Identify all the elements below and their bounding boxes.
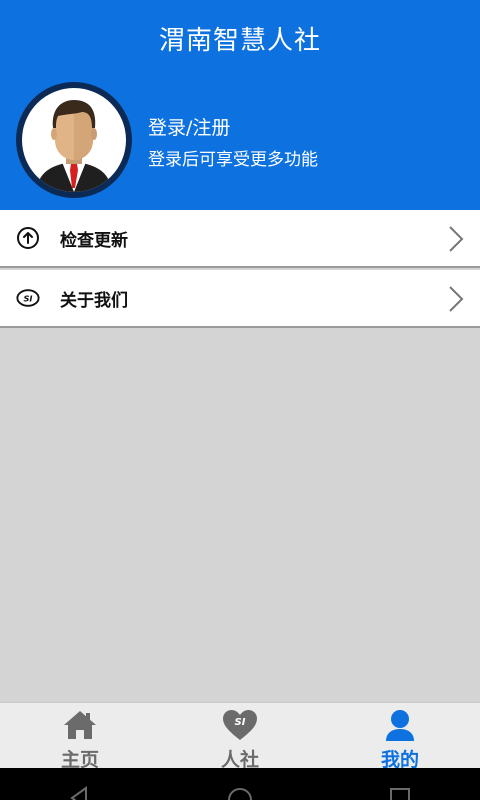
tab-social-security[interactable]: SI 人社 <box>160 703 320 771</box>
person-icon <box>382 709 418 745</box>
app-root: 渭南智慧人社 登录/注册 登录后可享受更多功能 检查更新 SI 关于我们 主页 … <box>0 0 480 800</box>
app-title: 渭南智慧人社 <box>158 26 321 56</box>
home-icon <box>62 709 98 745</box>
tab-mine[interactable]: 我的 <box>320 703 480 771</box>
chevron-right-icon <box>448 285 464 313</box>
login-register-link[interactable]: 登录/注册 <box>148 113 230 140</box>
user-avatar-icon <box>22 88 126 192</box>
heart-si-icon: SI <box>222 709 258 745</box>
bottom-tab-bar: 主页 SI 人社 我的 <box>0 702 480 771</box>
menu-item-label: 关于我们 <box>60 290 128 311</box>
svg-text:SI: SI <box>235 717 246 728</box>
home-circle-icon[interactable] <box>220 768 260 800</box>
profile-header: 渭南智慧人社 登录/注册 登录后可享受更多功能 <box>0 0 480 210</box>
menu-item-label: 检查更新 <box>60 230 128 251</box>
back-icon[interactable] <box>60 768 100 800</box>
si-logo-icon: SI <box>16 286 40 310</box>
settings-menu: 检查更新 SI 关于我们 <box>0 210 480 328</box>
chevron-right-icon <box>448 225 464 253</box>
avatar[interactable] <box>16 82 132 198</box>
tab-home[interactable]: 主页 <box>0 703 160 771</box>
recents-icon[interactable] <box>380 768 420 800</box>
arrow-up-circle-icon <box>16 226 40 250</box>
menu-item-check-update[interactable]: 检查更新 <box>0 210 480 268</box>
svg-text:SI: SI <box>23 294 32 304</box>
system-navigation-bar <box>0 768 480 800</box>
login-hint-text: 登录后可享受更多功能 <box>148 150 318 170</box>
menu-item-about-us[interactable]: SI 关于我们 <box>0 270 480 328</box>
